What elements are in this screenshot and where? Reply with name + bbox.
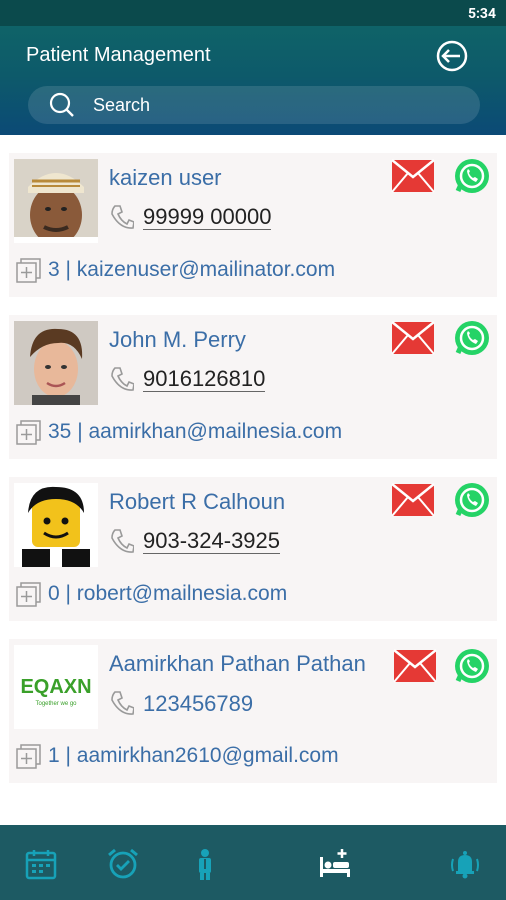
- bottom-nav: [0, 825, 506, 900]
- mail-icon[interactable]: [393, 649, 437, 683]
- whatsapp-icon[interactable]: [453, 157, 491, 195]
- phone-icon: [110, 528, 135, 554]
- add-note-icon[interactable]: [16, 420, 41, 445]
- logo-text: EQAXN: [20, 676, 91, 698]
- avatar: [14, 321, 98, 405]
- avatar: EQAXN Together we go: [14, 645, 98, 729]
- hospital-bed-icon[interactable]: [318, 847, 352, 881]
- status-bar: 5:34: [0, 0, 506, 26]
- search-bar[interactable]: Search: [28, 86, 480, 124]
- add-note-icon[interactable]: [16, 744, 41, 769]
- patient-name: kaizen user: [109, 165, 222, 190]
- patient-card[interactable]: kaizen user 99999 00000 3 | kaizenuser@m…: [9, 153, 497, 297]
- whatsapp-icon[interactable]: [453, 647, 491, 685]
- mail-icon[interactable]: [391, 483, 435, 517]
- patient-phone[interactable]: 9016126810: [143, 367, 266, 392]
- logo-tagline: Together we go: [35, 701, 77, 707]
- patient-card[interactable]: EQAXN Together we go Aamirkhan Pathan Pa…: [9, 639, 497, 783]
- patient-card[interactable]: Robert R Calhoun 903-324-3925 0 | robert…: [9, 477, 497, 621]
- search-icon: [48, 91, 76, 119]
- patient-card[interactable]: John M. Perry 9016126810 35 | aamirkhan@…: [9, 315, 497, 459]
- patient-name: Aamirkhan Pathan Pathan: [109, 651, 366, 676]
- add-note-icon[interactable]: [16, 582, 41, 607]
- whatsapp-icon[interactable]: [453, 319, 491, 357]
- phone-icon: [110, 204, 135, 230]
- page-title: Patient Management: [26, 44, 211, 66]
- doctor-icon[interactable]: [188, 847, 222, 881]
- patient-info: 35 | aamirkhan@mailnesia.com: [48, 420, 343, 443]
- phone-icon: [110, 366, 135, 392]
- patient-info: 0 | robert@mailnesia.com: [48, 582, 288, 605]
- patient-info: 1 | aamirkhan2610@gmail.com: [48, 744, 339, 767]
- logout-icon[interactable]: [434, 38, 470, 74]
- patient-name: John M. Perry: [109, 327, 246, 352]
- avatar: [14, 483, 98, 567]
- bell-ringing-icon[interactable]: [448, 847, 482, 881]
- phone-icon: [110, 690, 135, 716]
- alarm-clock-icon[interactable]: [106, 847, 140, 881]
- calendar-icon[interactable]: [24, 847, 58, 881]
- mail-icon[interactable]: [391, 159, 435, 193]
- patient-info: 3 | kaizenuser@mailinator.com: [48, 258, 336, 281]
- search-input[interactable]: Search: [93, 95, 150, 116]
- mail-icon[interactable]: [391, 321, 435, 355]
- patient-name: Robert R Calhoun: [109, 489, 286, 514]
- whatsapp-icon[interactable]: [453, 481, 491, 519]
- patient-phone[interactable]: 99999 00000: [143, 205, 272, 230]
- patient-phone[interactable]: 903-324-3925: [143, 529, 281, 554]
- status-time: 5:34: [467, 6, 496, 22]
- patient-phone[interactable]: 123456789: [143, 691, 253, 717]
- app-header: Patient Management Search: [0, 26, 506, 135]
- add-note-icon[interactable]: [16, 258, 41, 283]
- patient-list: kaizen user 99999 00000 3 | kaizenuser@m…: [0, 135, 506, 825]
- avatar: [14, 159, 98, 243]
